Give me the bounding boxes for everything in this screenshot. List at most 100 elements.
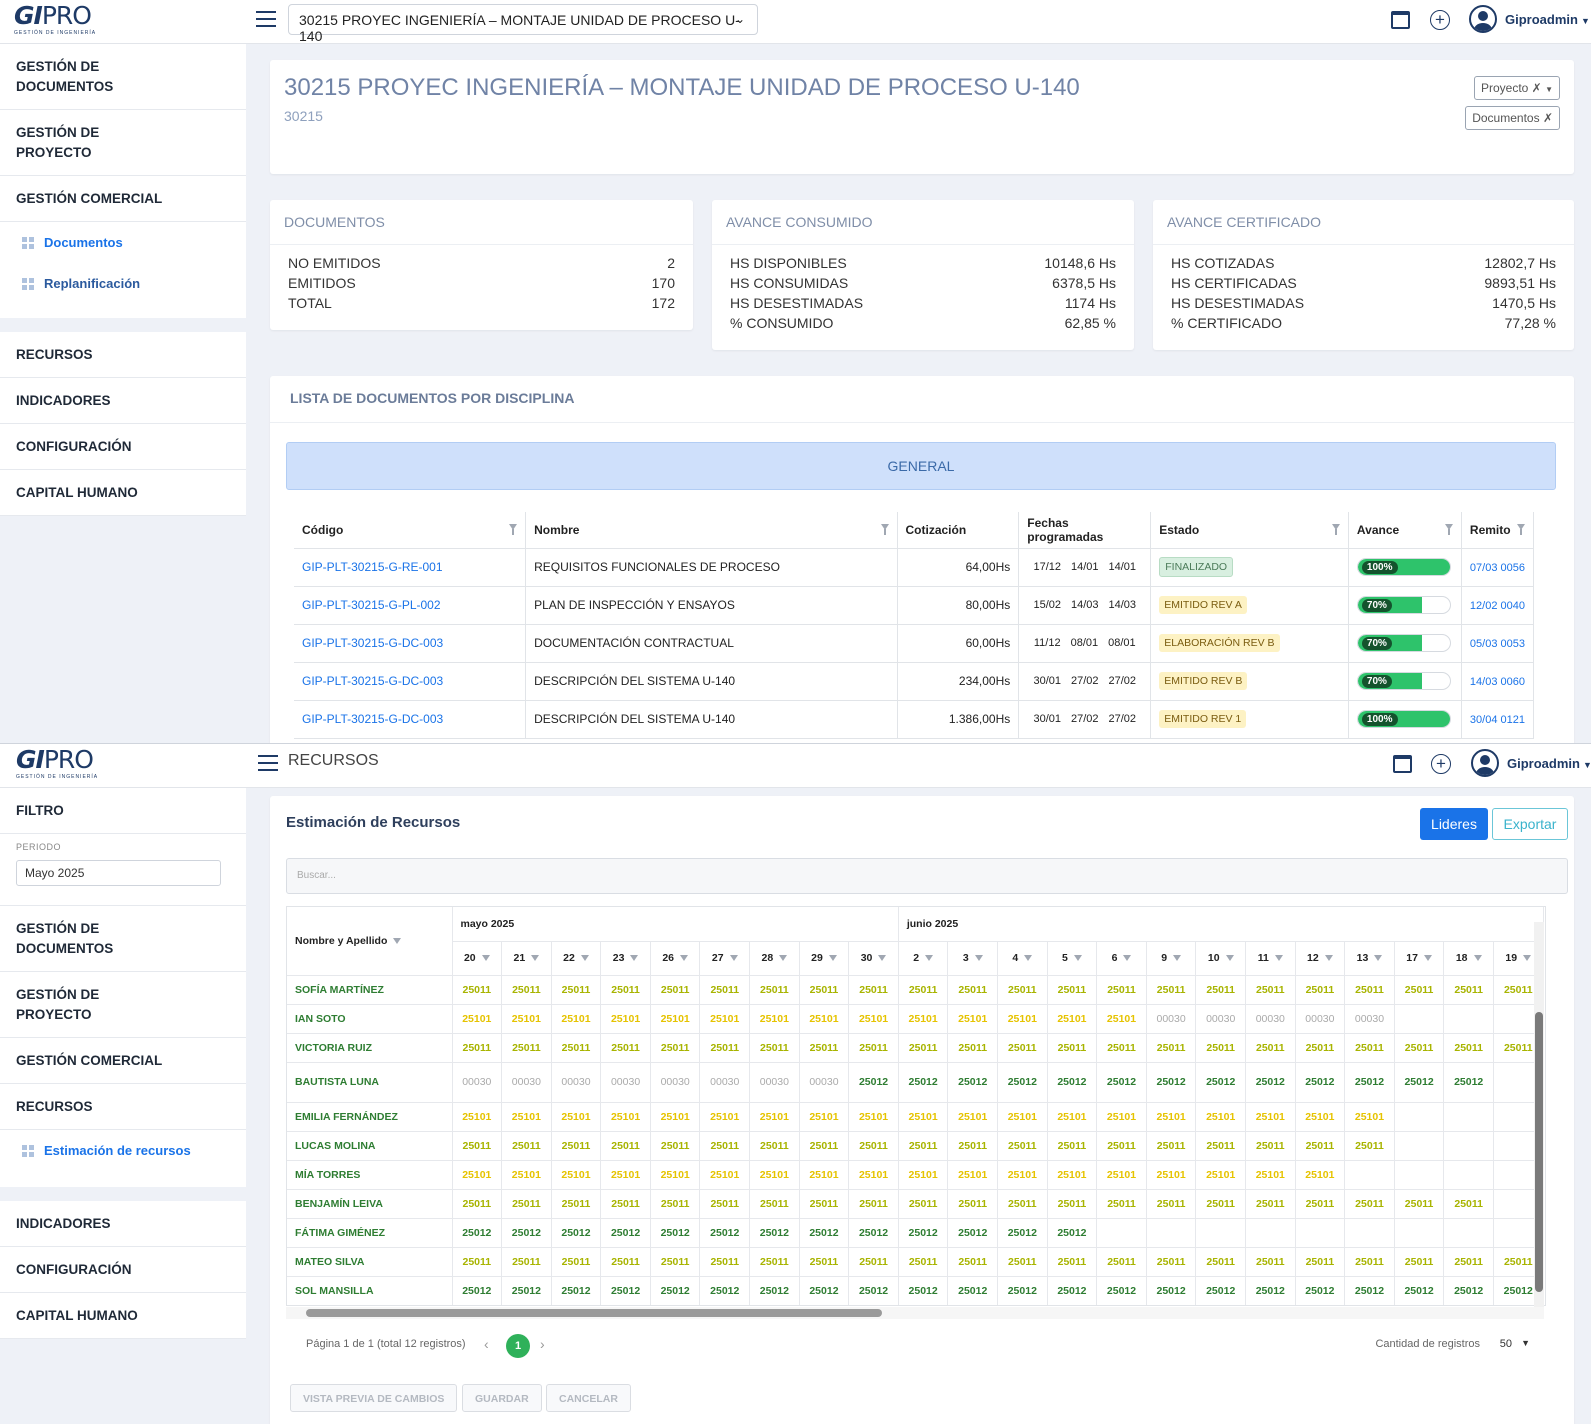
document-code-link[interactable]: GIP-PLT-30215-G-DC-003 bbox=[302, 712, 443, 726]
filter-icon[interactable] bbox=[630, 955, 639, 962]
allocation-cell[interactable]: 25101 bbox=[452, 1004, 503, 1034]
allocation-cell[interactable]: 25011 bbox=[1344, 1189, 1395, 1219]
filter-icon[interactable] bbox=[779, 955, 788, 962]
day-header[interactable]: 10 bbox=[1195, 941, 1246, 976]
allocation-cell[interactable]: 25101 bbox=[749, 1160, 800, 1190]
allocation-cell[interactable]: 25011 bbox=[501, 1189, 552, 1219]
allocation-cell[interactable]: 25011 bbox=[898, 1131, 949, 1161]
filter-icon[interactable] bbox=[580, 955, 589, 962]
allocation-cell[interactable]: 25012 bbox=[1146, 1062, 1197, 1103]
allocation-cell[interactable]: 25101 bbox=[1146, 1160, 1197, 1190]
column-header[interactable]: Estado bbox=[1150, 512, 1349, 549]
allocation-cell[interactable]: 25012 bbox=[600, 1276, 651, 1305]
allocation-cell[interactable]: 25101 bbox=[947, 1160, 999, 1190]
allocation-cell[interactable]: 25101 bbox=[1295, 1102, 1346, 1132]
allocation-cell[interactable]: 25011 bbox=[1146, 1033, 1197, 1063]
allocation-cell[interactable] bbox=[1443, 1218, 1494, 1248]
allocation-cell[interactable]: 25011 bbox=[650, 1131, 701, 1161]
allocation-cell[interactable]: 25012 bbox=[699, 1276, 751, 1305]
allocation-cell[interactable] bbox=[1394, 1131, 1445, 1161]
allocation-cell[interactable]: 25101 bbox=[551, 1102, 602, 1132]
documentos-tools-button[interactable]: Documentos ✗ bbox=[1465, 106, 1560, 130]
day-header[interactable]: 28 bbox=[749, 941, 800, 976]
project-select[interactable]: 30215 PROYEC INGENIERÍA – MONTAJE UNIDAD… bbox=[288, 4, 758, 44]
allocation-cell[interactable]: 25101 bbox=[1146, 1102, 1197, 1132]
day-header[interactable]: 13 bbox=[1344, 941, 1395, 976]
allocation-cell[interactable]: 25011 bbox=[600, 1189, 651, 1219]
allocation-cell[interactable] bbox=[1295, 1218, 1346, 1248]
allocation-cell[interactable]: 00030 bbox=[799, 1062, 850, 1103]
user-menu[interactable]: Giproadmin ▼ bbox=[1507, 756, 1591, 771]
allocation-cell[interactable]: 25101 bbox=[501, 1160, 552, 1190]
allocation-cell[interactable]: 25101 bbox=[699, 1160, 751, 1190]
allocation-cell[interactable]: 25011 bbox=[947, 1247, 999, 1277]
allocation-cell[interactable]: 25101 bbox=[699, 1102, 751, 1132]
allocation-cell[interactable]: 00030 bbox=[1146, 1004, 1197, 1034]
allocation-cell[interactable]: 25011 bbox=[1096, 1033, 1147, 1063]
allocation-cell[interactable]: 25101 bbox=[799, 1160, 850, 1190]
allocation-cell[interactable]: 25101 bbox=[1344, 1102, 1395, 1132]
filter-icon[interactable] bbox=[1225, 955, 1234, 962]
allocation-cell[interactable]: 25011 bbox=[1443, 1189, 1494, 1219]
allocation-cell[interactable]: 25101 bbox=[1096, 1004, 1147, 1034]
allocation-cell[interactable]: 25011 bbox=[650, 975, 701, 1005]
allocation-cell[interactable]: 25011 bbox=[947, 1131, 999, 1161]
allocation-cell[interactable]: 25011 bbox=[1146, 1247, 1197, 1277]
allocation-cell[interactable]: 25011 bbox=[551, 1189, 602, 1219]
vertical-scrollbar[interactable] bbox=[1534, 922, 1544, 1307]
allocation-cell[interactable]: 25012 bbox=[997, 1062, 1048, 1103]
allocation-cell[interactable]: 25011 bbox=[898, 1247, 949, 1277]
calendar-icon[interactable] bbox=[1391, 11, 1410, 29]
filter-icon[interactable] bbox=[393, 937, 402, 944]
allocation-cell[interactable]: 00030 bbox=[452, 1062, 503, 1103]
allocation-cell[interactable]: 25011 bbox=[1096, 975, 1147, 1005]
allocation-cell[interactable]: 25011 bbox=[1344, 1131, 1395, 1161]
column-header[interactable]: Código bbox=[294, 512, 527, 549]
filter-icon[interactable] bbox=[1173, 955, 1182, 962]
allocation-cell[interactable]: 25101 bbox=[699, 1004, 751, 1034]
allocation-cell[interactable]: 25012 bbox=[1394, 1062, 1445, 1103]
allocation-cell[interactable]: 25012 bbox=[452, 1218, 503, 1248]
allocation-cell[interactable]: 25012 bbox=[1443, 1276, 1494, 1305]
allocation-cell[interactable]: 25011 bbox=[1245, 1033, 1296, 1063]
allocation-cell[interactable]: 25012 bbox=[898, 1218, 949, 1248]
allocation-cell[interactable]: 25011 bbox=[551, 1131, 602, 1161]
allocation-cell[interactable]: 25011 bbox=[1096, 1189, 1147, 1219]
gipro-logo[interactable]: GIPRO GESTIÓN DE INGENIERÍA bbox=[16, 747, 116, 782]
allocation-cell[interactable]: 25011 bbox=[749, 1131, 800, 1161]
allocation-cell[interactable]: 00030 bbox=[650, 1062, 701, 1103]
allocation-cell[interactable] bbox=[1443, 1160, 1494, 1190]
allocation-cell[interactable]: 25012 bbox=[1047, 1218, 1098, 1248]
day-header[interactable]: 29 bbox=[799, 941, 850, 976]
allocation-cell[interactable]: 25011 bbox=[501, 1247, 552, 1277]
allocation-cell[interactable]: 25011 bbox=[1245, 1247, 1296, 1277]
allocation-cell[interactable]: 25011 bbox=[452, 975, 503, 1005]
remito-link[interactable]: 30/04 0121 bbox=[1470, 714, 1525, 726]
allocation-cell[interactable]: 25011 bbox=[600, 1131, 651, 1161]
discipline-group-general[interactable]: GENERAL bbox=[286, 442, 1556, 490]
allocation-cell[interactable]: 25012 bbox=[898, 1276, 949, 1305]
sidebar-item-recursos[interactable]: RECURSOS bbox=[0, 332, 246, 378]
filter-icon[interactable] bbox=[974, 955, 983, 962]
allocation-cell[interactable]: 25011 bbox=[799, 975, 850, 1005]
allocation-cell[interactable]: 25011 bbox=[997, 975, 1048, 1005]
allocation-cell[interactable]: 25011 bbox=[749, 1189, 800, 1219]
day-header[interactable]: 12 bbox=[1295, 941, 1346, 976]
allocation-cell[interactable]: 25012 bbox=[997, 1218, 1048, 1248]
allocation-cell[interactable]: 25011 bbox=[501, 975, 552, 1005]
allocation-cell[interactable]: 25011 bbox=[749, 1247, 800, 1277]
allocation-cell[interactable]: 25011 bbox=[650, 1247, 701, 1277]
page-size-select[interactable]: 50 bbox=[1500, 1338, 1512, 1350]
allocation-cell[interactable]: 25011 bbox=[947, 975, 999, 1005]
filter-icon[interactable] bbox=[1324, 955, 1333, 962]
allocation-cell[interactable]: 25011 bbox=[997, 1189, 1048, 1219]
allocation-cell[interactable]: 25011 bbox=[1096, 1131, 1147, 1161]
allocation-cell[interactable]: 25011 bbox=[799, 1131, 850, 1161]
allocation-cell[interactable]: 25011 bbox=[848, 1189, 899, 1219]
allocation-cell[interactable]: 00030 bbox=[1195, 1004, 1246, 1034]
allocation-cell[interactable]: 25101 bbox=[650, 1102, 701, 1132]
day-header[interactable]: 11 bbox=[1245, 941, 1296, 976]
allocation-cell[interactable]: 25011 bbox=[749, 1033, 800, 1063]
allocation-cell[interactable] bbox=[1096, 1218, 1147, 1248]
allocation-cell[interactable]: 00030 bbox=[749, 1062, 800, 1103]
